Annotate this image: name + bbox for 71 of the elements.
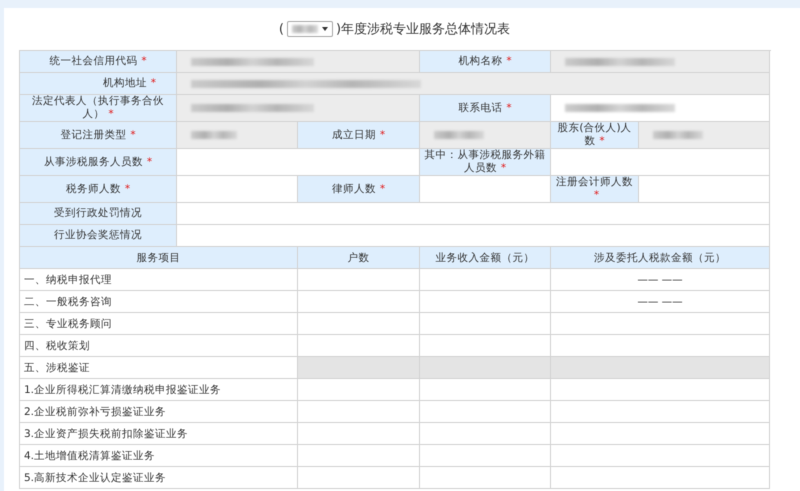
input-field[interactable] (177, 149, 420, 176)
title-text: ( (278, 22, 284, 36)
input-field[interactable] (551, 313, 770, 335)
service-item: 3.企业资产损失税前扣除鉴证业务 (20, 423, 298, 445)
input-field[interactable] (298, 291, 420, 313)
service-item: 四、税收策划 (20, 335, 298, 357)
input-field[interactable] (420, 269, 551, 291)
field-label: 机构地址 * (20, 73, 177, 95)
table-cell: —— —— (551, 291, 770, 313)
column-header: 服务项目 (20, 247, 298, 269)
column-header: 户数 (298, 247, 420, 269)
input-field[interactable] (420, 335, 551, 357)
input-field[interactable] (420, 176, 551, 203)
input-field[interactable] (298, 401, 420, 423)
input-field[interactable] (420, 401, 551, 423)
service-item: 1.企业所得税汇算清缴纳税申报鉴证业务 (20, 379, 298, 401)
input-field[interactable] (298, 423, 420, 445)
field-label: 机构名称 * (420, 51, 551, 73)
input-field[interactable] (298, 445, 420, 467)
field-label: 股东(合伙人)人数 * (551, 122, 639, 149)
input-field[interactable] (551, 467, 770, 489)
field-label: 联系电话 * (420, 95, 551, 122)
input-field[interactable] (298, 269, 420, 291)
caret-icon (322, 27, 328, 31)
field-label: 成立日期 * (298, 122, 420, 149)
column-header: 涉及委托人税款金额（元） (551, 247, 770, 269)
service-item: 2.企业税前弥补亏损鉴证业务 (20, 401, 298, 423)
input-field[interactable] (420, 313, 551, 335)
blurred-text-drawing (653, 131, 704, 139)
input-field[interactable] (420, 445, 551, 467)
input-field[interactable] (420, 291, 551, 313)
field-label: 受到行政处罚情况 (20, 203, 177, 225)
input-field[interactable] (298, 467, 420, 489)
blurred-text-drawing (191, 131, 237, 139)
field-label: 行业协会奖惩情况 (20, 225, 177, 247)
input-field[interactable] (177, 203, 770, 225)
year-select[interactable] (287, 21, 333, 37)
input-field[interactable] (298, 313, 420, 335)
field-label: 税务师人数 * (20, 176, 177, 203)
input-field[interactable] (551, 401, 770, 423)
title-text: )年度涉税专业服务总体情况表 (336, 21, 510, 38)
input-field[interactable] (639, 176, 770, 203)
input-field[interactable] (551, 335, 770, 357)
input-field[interactable] (420, 423, 551, 445)
field-label: 其中：从事涉税服务外籍人员数 * (420, 149, 551, 176)
field-label: 注册会计师人数 * (551, 176, 639, 203)
table-cell: —— —— (551, 269, 770, 291)
input-field[interactable] (551, 379, 770, 401)
input-field[interactable] (551, 423, 770, 445)
input-field[interactable] (420, 379, 551, 401)
field-label: 法定代表人（执行事务合伙人） * (20, 95, 177, 122)
service-item: 五、涉税鉴证 (20, 357, 298, 379)
field-label: 律师人数 * (298, 176, 420, 203)
blurred-text-drawing (434, 131, 484, 139)
input-field[interactable] (177, 225, 770, 247)
input-field[interactable] (551, 445, 770, 467)
field-label: 统一社会信用代码 * (20, 51, 177, 73)
input-field[interactable] (551, 149, 770, 176)
input-field[interactable] (298, 335, 420, 357)
service-item: 二、一般税务咨询 (20, 291, 298, 313)
input-field[interactable] (298, 379, 420, 401)
service-item: 三、专业税务顾问 (20, 313, 298, 335)
input-field[interactable] (177, 176, 298, 203)
service-item: 4.土地增值税清算鉴证业务 (20, 445, 298, 467)
input-field[interactable] (420, 467, 551, 489)
service-item: 5.高新技术企业认定鉴证业务 (20, 467, 298, 489)
column-header: 业务收入金额（元） (420, 247, 551, 269)
field-label: 从事涉税服务人员数 * (20, 149, 177, 176)
input-field[interactable] (551, 95, 770, 122)
service-item: 一、纳税申报代理 (20, 269, 298, 291)
field-label: 登记注册类型 * (20, 122, 177, 149)
